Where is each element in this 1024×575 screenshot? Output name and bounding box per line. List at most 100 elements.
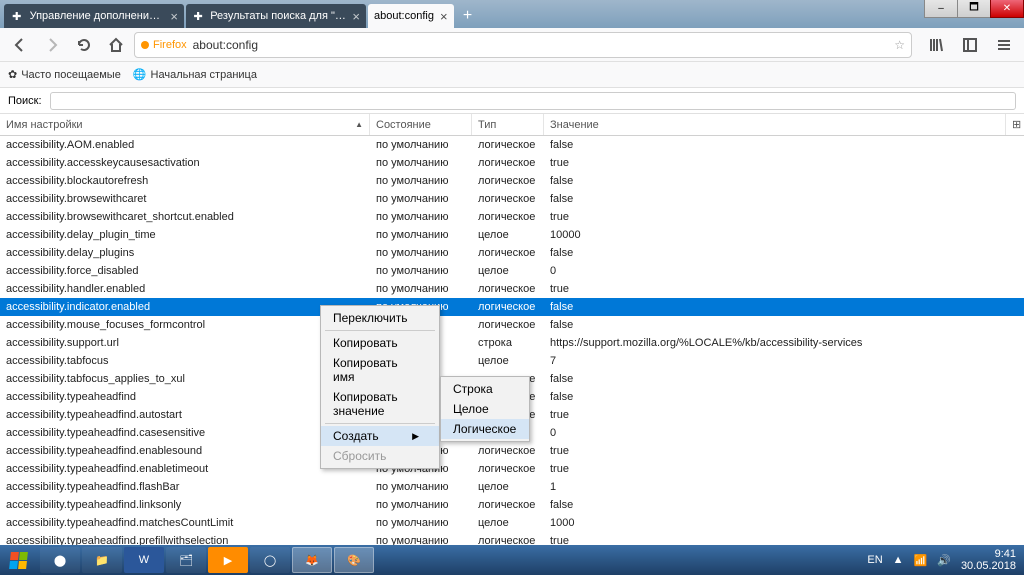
- ctx-toggle[interactable]: Переключить: [321, 308, 439, 328]
- forward-button[interactable]: [38, 31, 66, 59]
- taskbar-files-icon[interactable]: 🗂: [166, 547, 206, 573]
- windows-taskbar: ⬤ 📁 W 🗂 ▶ ◯ 🦊 🎨 EN ▲ 📶 🔊 9:41 30.05.2018: [0, 545, 1024, 575]
- window-close-button[interactable]: ✕: [990, 0, 1024, 18]
- context-submenu-create: Строка Целое Логическое: [440, 376, 530, 442]
- ctx-create-boolean[interactable]: Логическое: [441, 419, 529, 439]
- pref-name: accessibility.typeaheadfind.linksonly: [0, 499, 370, 511]
- ctx-create-string[interactable]: Строка: [441, 379, 529, 399]
- column-value[interactable]: Значение: [544, 114, 1006, 135]
- pref-row[interactable]: accessibility.typeaheadfind.enablesoundп…: [0, 442, 1024, 460]
- pref-row[interactable]: accessibility.tabfocusцелое7: [0, 352, 1024, 370]
- tab-label: Результаты поиска для "unity...: [210, 10, 346, 22]
- close-icon[interactable]: ×: [352, 9, 360, 24]
- pref-name: accessibility.browsewithcaret_shortcut.e…: [0, 211, 370, 223]
- pref-name: accessibility.typeaheadfind: [0, 391, 370, 403]
- pref-name: accessibility.indicator.enabled: [0, 301, 370, 313]
- pref-type: логическое: [472, 139, 544, 151]
- back-button[interactable]: [6, 31, 34, 59]
- pref-row[interactable]: accessibility.support.urlстрокаhttps://s…: [0, 334, 1024, 352]
- pref-row[interactable]: accessibility.delay_pluginsпо умолчаниюл…: [0, 244, 1024, 262]
- tab-search-results[interactable]: ✚ Результаты поиска для "unity... ×: [186, 4, 366, 28]
- pref-row[interactable]: accessibility.browsewithcaret_shortcut.e…: [0, 208, 1024, 226]
- tab-about-config[interactable]: about:config ×: [368, 4, 454, 28]
- start-button[interactable]: [0, 545, 36, 575]
- reload-button[interactable]: [70, 31, 98, 59]
- pref-row[interactable]: accessibility.typeaheadfind.enabletimeou…: [0, 460, 1024, 478]
- bookmark-star-icon[interactable]: ☆: [894, 38, 905, 52]
- pref-value: false: [544, 373, 1024, 385]
- ctx-copy-value[interactable]: Копировать значение: [321, 387, 439, 421]
- browser-tabs-bar: ✚ Управление дополнениями × ✚ Результаты…: [0, 0, 1024, 28]
- tab-label: about:config: [374, 10, 434, 22]
- pref-value: true: [544, 283, 1024, 295]
- pref-row[interactable]: accessibility.AOM.enabledпо умолчаниюлог…: [0, 136, 1024, 154]
- bookmarks-toolbar: ✿ Часто посещаемые 🌐 Начальная страница: [0, 62, 1024, 88]
- column-config-button[interactable]: ⊞: [1006, 114, 1024, 135]
- pref-name: accessibility.typeaheadfind.casesensitiv…: [0, 427, 370, 439]
- taskbar-ybrowser-icon[interactable]: ⬤: [40, 547, 80, 573]
- pref-name: accessibility.handler.enabled: [0, 283, 370, 295]
- taskbar-paint-icon[interactable]: 🎨: [334, 547, 374, 573]
- taskbar-firefox-icon[interactable]: 🦊: [292, 547, 332, 573]
- pref-row[interactable]: accessibility.indicator.enabledпо умолча…: [0, 298, 1024, 316]
- column-name[interactable]: Имя настройки▲: [0, 114, 370, 135]
- window-maximize-button[interactable]: 🗖: [957, 0, 991, 18]
- taskbar-media-icon[interactable]: ▶: [208, 547, 248, 573]
- pref-row[interactable]: accessibility.blockautorefreshпо умолчан…: [0, 172, 1024, 190]
- new-tab-button[interactable]: +: [456, 4, 480, 28]
- home-button[interactable]: [102, 31, 130, 59]
- separator: [325, 423, 435, 424]
- pref-row[interactable]: accessibility.typeaheadfind.flashBarпо у…: [0, 478, 1024, 496]
- pref-row[interactable]: accessibility.delay_plugin_timeпо умолча…: [0, 226, 1024, 244]
- bookmark-most-visited[interactable]: ✿ Часто посещаемые: [8, 68, 121, 81]
- prefs-grid[interactable]: accessibility.AOM.enabledпо умолчаниюлог…: [0, 136, 1024, 545]
- gear-icon: ✿: [8, 68, 17, 81]
- pref-row[interactable]: accessibility.typeaheadfind.linksonlyпо …: [0, 496, 1024, 514]
- tray-volume-icon[interactable]: 🔊: [937, 554, 951, 567]
- pref-value: false: [544, 139, 1024, 151]
- close-icon[interactable]: ×: [170, 9, 178, 24]
- app-menu-button[interactable]: [990, 31, 1018, 59]
- bookmark-label: Часто посещаемые: [21, 69, 121, 81]
- url-bar[interactable]: Firefox about:config ☆: [134, 32, 912, 58]
- close-icon[interactable]: ×: [440, 9, 448, 24]
- pref-row[interactable]: accessibility.typeaheadfind.prefillwiths…: [0, 532, 1024, 545]
- pref-state: по умолчанию: [370, 139, 472, 151]
- ctx-copy[interactable]: Копировать: [321, 333, 439, 353]
- taskbar-explorer-icon[interactable]: 📁: [82, 547, 122, 573]
- pref-row[interactable]: accessibility.typeaheadfind.matchesCount…: [0, 514, 1024, 532]
- tray-network-icon[interactable]: 📶: [914, 554, 928, 567]
- search-input[interactable]: [50, 92, 1016, 110]
- pref-state: по умолчанию: [370, 247, 472, 259]
- taskbar-pinned-apps: ⬤ 📁 W 🗂 ▶ ◯ 🦊 🎨: [40, 547, 374, 573]
- tray-chevron-up-icon[interactable]: ▲: [893, 554, 904, 566]
- pref-row[interactable]: accessibility.force_disabledпо умолчанию…: [0, 262, 1024, 280]
- library-button[interactable]: [922, 31, 950, 59]
- pref-state: по умолчанию: [370, 283, 472, 295]
- ctx-create[interactable]: Создать▶: [321, 426, 439, 446]
- pref-row[interactable]: accessibility.mouse_focuses_formcontrolл…: [0, 316, 1024, 334]
- pref-value: true: [544, 535, 1024, 545]
- ctx-copy-name[interactable]: Копировать имя: [321, 353, 439, 387]
- taskbar-chrome-icon[interactable]: ◯: [250, 547, 290, 573]
- pref-row[interactable]: accessibility.handler.enabledпо умолчани…: [0, 280, 1024, 298]
- taskbar-word-icon[interactable]: W: [124, 547, 164, 573]
- pref-state: по умолчанию: [370, 193, 472, 205]
- tray-clock[interactable]: 9:41 30.05.2018: [961, 548, 1016, 572]
- tray-lang-indicator[interactable]: EN: [867, 554, 882, 566]
- window-minimize-button[interactable]: –: [924, 0, 958, 18]
- sidebar-button[interactable]: [956, 31, 984, 59]
- pref-type: логическое: [472, 535, 544, 545]
- pref-row[interactable]: accessibility.accesskeycausesactivationп…: [0, 154, 1024, 172]
- column-type[interactable]: Тип: [472, 114, 544, 135]
- bookmark-label: Начальная страница: [151, 69, 257, 81]
- pref-value: true: [544, 409, 1024, 421]
- ctx-create-integer[interactable]: Целое: [441, 399, 529, 419]
- pref-name: accessibility.typeaheadfind.flashBar: [0, 481, 370, 493]
- pref-row[interactable]: accessibility.browsewithcaretпо умолчани…: [0, 190, 1024, 208]
- pref-type: логическое: [472, 211, 544, 223]
- tab-addons[interactable]: ✚ Управление дополнениями ×: [4, 4, 184, 28]
- column-state[interactable]: Состояние: [370, 114, 472, 135]
- pref-state: по умолчанию: [370, 265, 472, 277]
- bookmark-start-page[interactable]: 🌐 Начальная страница: [133, 68, 257, 81]
